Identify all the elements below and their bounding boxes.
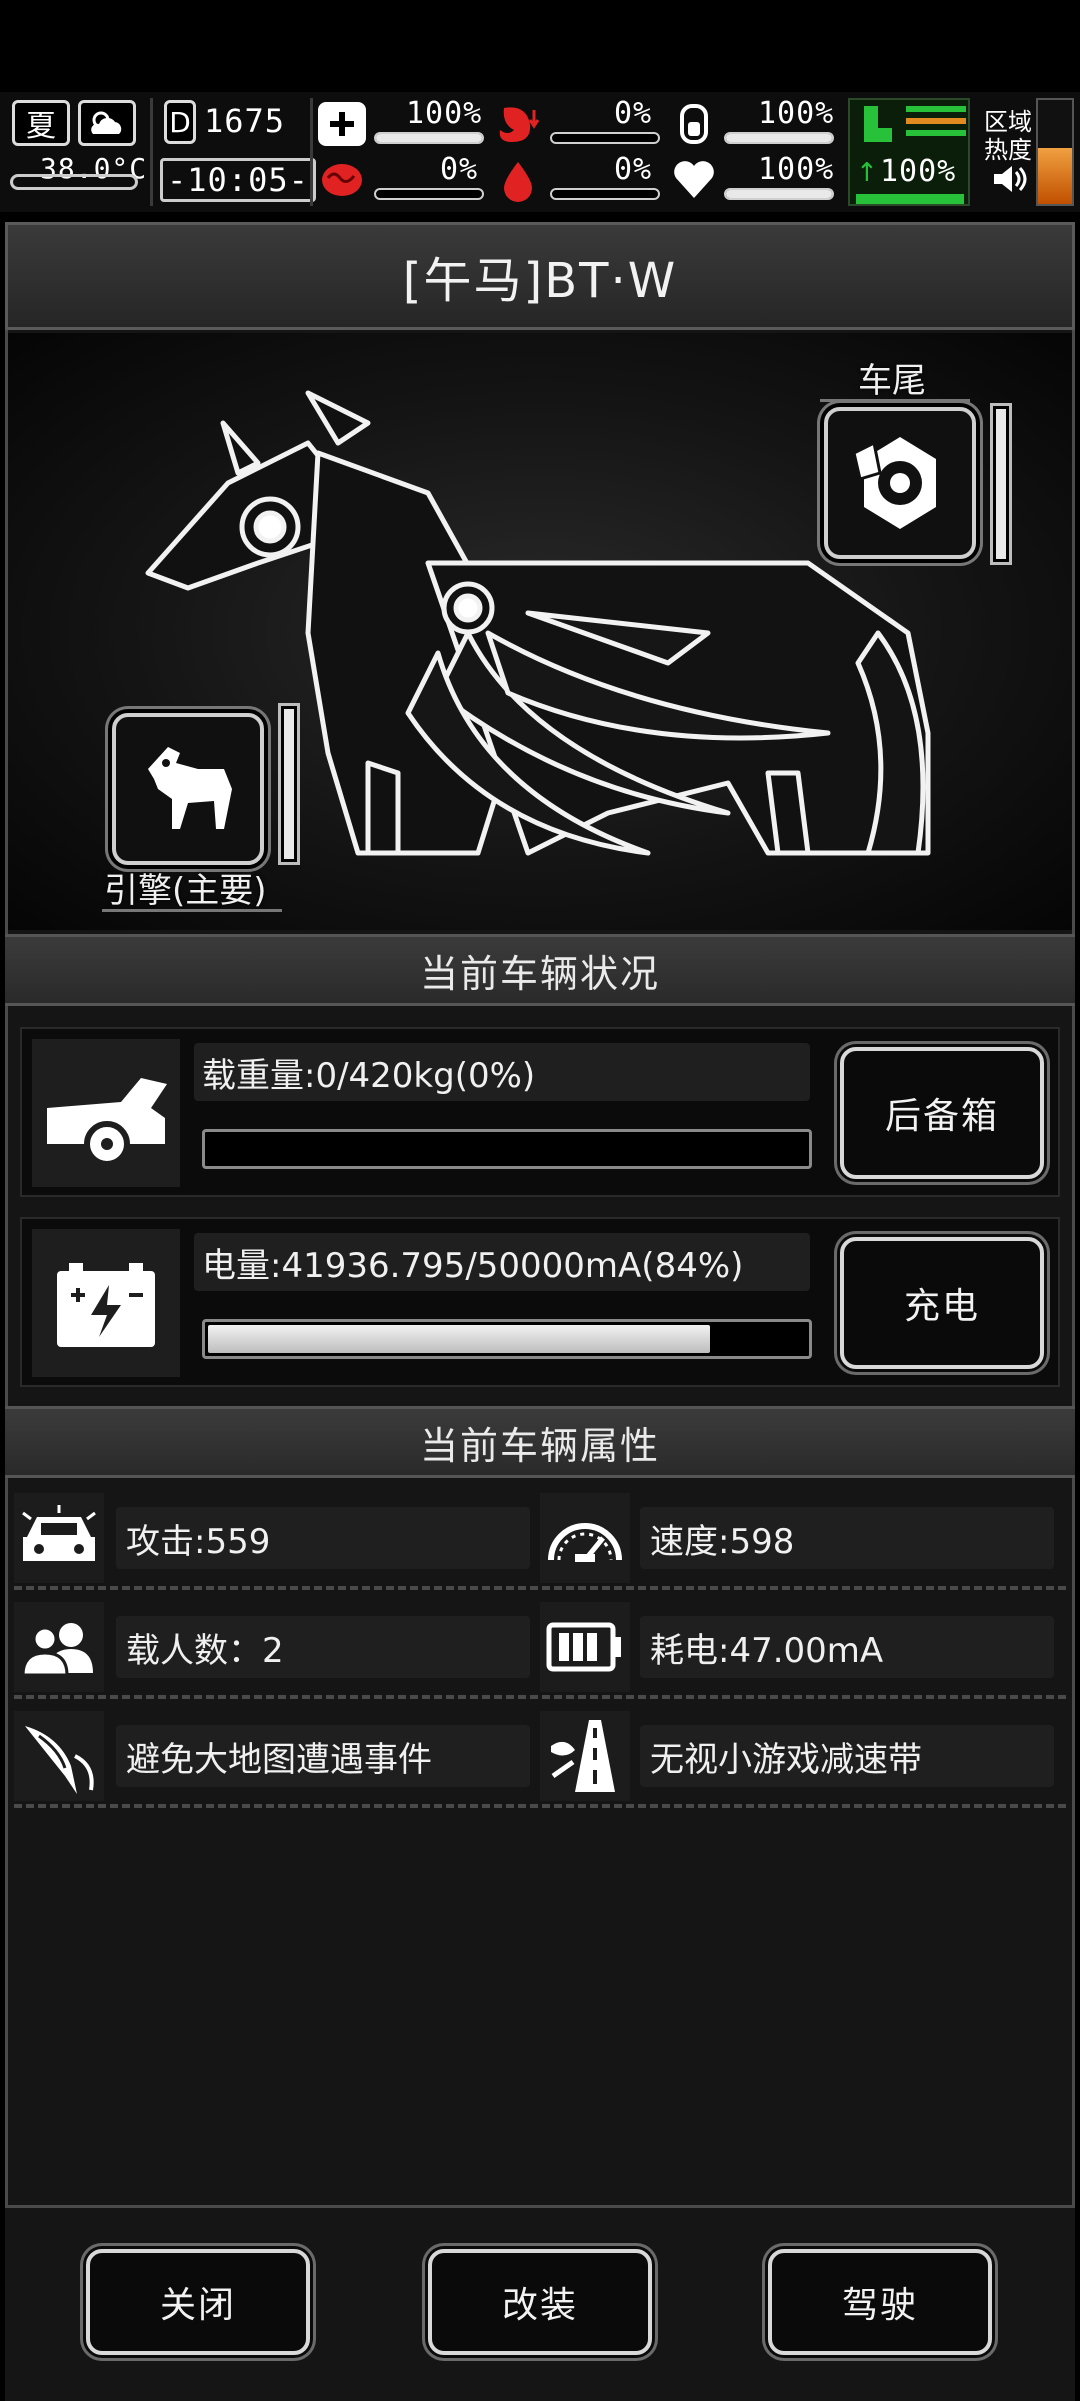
engine-slot-underline [102,909,282,912]
wing-icon [14,1711,104,1801]
stomach-bar [550,132,660,144]
tail-slot[interactable] [824,407,976,559]
drive-button[interactable]: 驾驶 [768,2249,992,2355]
medkit-icon [318,102,366,146]
day-counter: 1675 [204,102,286,140]
region-heat-label: 区域热度 [984,108,1032,164]
blood-value: 0% [614,152,653,187]
battery-charge-icon [57,1263,155,1347]
road-icon [540,1711,630,1801]
vehicle-artwork: 车尾 引擎(主要) [8,333,1072,930]
car-trunk-icon [47,1078,167,1167]
app-root: 夏 38.0°C D 1675 -10:05- 100% 0% 0% 0% 10… [0,0,1080,2401]
stomach-value: 0% [614,96,653,131]
brain-bar [374,188,484,200]
vehicle-title: [午马]BT·W [5,222,1075,330]
engine-slot-label: 引擎(主要) [104,871,267,911]
attributes-heading: 当前车辆属性 [5,1406,1075,1478]
avoid-encounter-perk: 避免大地图遭遇事件 [116,1725,530,1787]
tail-slot-gauge [990,403,1012,565]
car-attack-icon [14,1493,104,1583]
blood-icon [494,158,542,202]
boot-icon [856,104,898,146]
speed-value: 速度:598 [640,1507,1054,1569]
trunk-icon-box [32,1039,180,1187]
brain-icon [318,158,366,202]
tail-part-icon [852,437,936,529]
stamina-value: 100% [880,154,957,189]
blood-bar [550,188,660,200]
battery-status-row: 电量:41936.795/50000mA(84%) 充电 [20,1217,1060,1387]
charge-button[interactable]: 充电 [840,1237,1044,1369]
close-button[interactable]: 关闭 [86,2249,310,2355]
power-consumption-value: 耗电:47.00mA [640,1616,1054,1678]
ignore-speed-bump-perk: 无视小游戏减速带 [640,1725,1054,1787]
engine-slot[interactable] [112,713,264,865]
trunk-button[interactable]: 后备箱 [840,1047,1044,1179]
battery-progress-bar [202,1319,812,1359]
status-heading: 当前车辆状况 [5,934,1075,1006]
battery-progress-fill [208,1325,711,1353]
brain-value: 0% [440,152,479,187]
engine-slot-gauge [278,703,300,865]
load-label: 载重量:0/420kg(0%) [194,1043,810,1101]
region-heat-gauge [1036,98,1074,206]
tail-slot-underline [820,399,970,402]
status-hud: 夏 38.0°C D 1675 -10:05- 100% 0% 0% 0% 10… [0,92,1080,212]
medkit-bar [374,132,484,144]
stomach-icon [494,102,542,146]
heart-value: 100% [758,152,835,187]
passengers-icon [14,1602,104,1692]
season-label: 夏 [26,109,56,144]
horse-engine-icon [148,747,232,829]
day-icon: D [164,100,196,144]
water-icon [670,102,718,146]
stamina-panel: ↑ 100% [848,98,970,206]
up-arrow-icon: ↑ [856,158,878,188]
water-value: 100% [758,96,835,131]
stamina-bar [856,194,964,204]
heart-icon [670,158,718,202]
water-bar [724,132,834,144]
game-clock: -10:05- [160,158,316,202]
battery-label: 电量:41936.795/50000mA(84%) [194,1233,810,1291]
tail-slot-label: 车尾 [858,361,926,401]
volume-icon[interactable] [990,162,1030,196]
load-progress-bar [202,1129,812,1169]
heart-bar [724,188,834,200]
stamina-lines [906,106,966,146]
thermometer-icon [10,174,138,190]
battery-icon [540,1602,630,1692]
modify-button[interactable]: 改装 [428,2249,652,2355]
battery-icon-box [32,1229,180,1377]
weather-icon [78,100,136,146]
speedometer-icon [540,1493,630,1583]
attack-value: 攻击:559 [116,1507,530,1569]
medkit-value: 100% [406,96,483,131]
load-status-row: 载重量:0/420kg(0%) 后备箱 [20,1027,1060,1197]
season-badge: 夏 [12,100,70,146]
passenger-count-value: 载人数：2 [116,1616,530,1678]
